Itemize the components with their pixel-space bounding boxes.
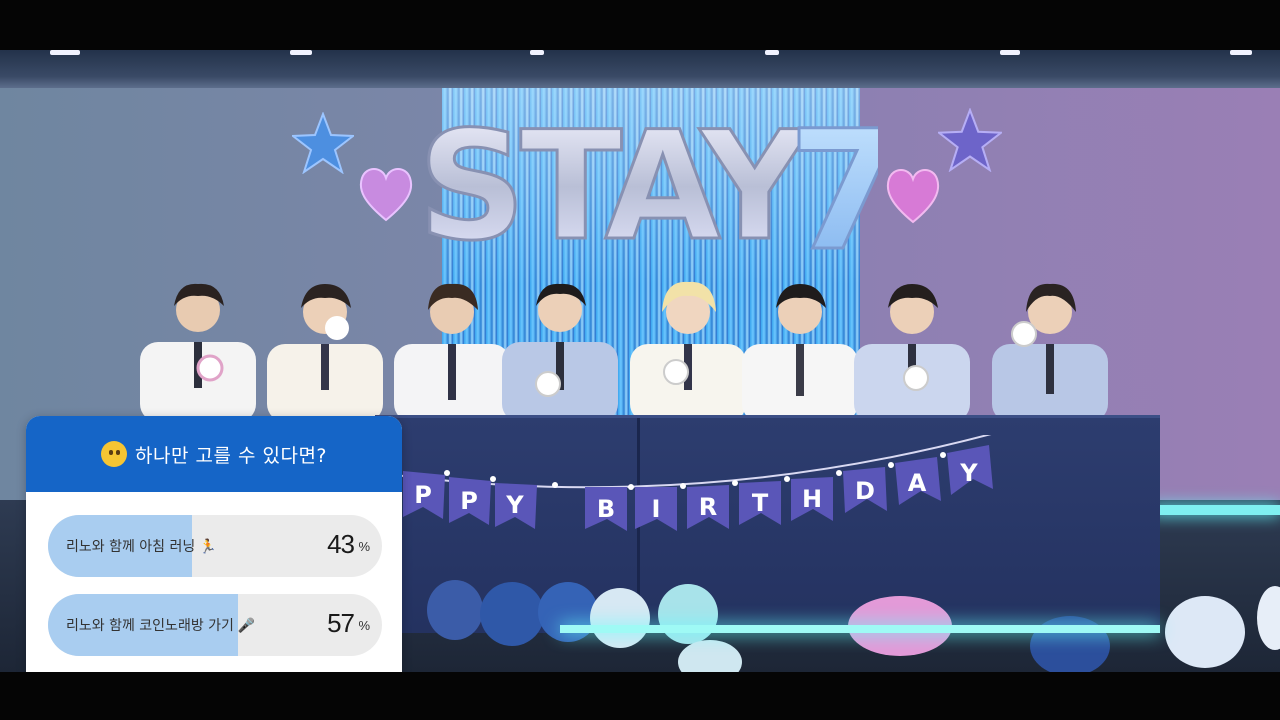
poll-header: 하나만 고를 수 있다면? bbox=[26, 416, 402, 492]
ceiling bbox=[0, 50, 1280, 88]
svg-text:B: B bbox=[597, 495, 615, 523]
svg-text:T: T bbox=[752, 489, 769, 517]
member-5 bbox=[628, 272, 748, 422]
heart-balloon-left bbox=[359, 168, 413, 222]
poll-option-2-percent: 57 bbox=[327, 608, 355, 638]
svg-text:A: A bbox=[908, 469, 927, 497]
letterbox-bottom bbox=[0, 672, 1280, 720]
member-4 bbox=[500, 272, 620, 422]
member-8 bbox=[988, 272, 1108, 422]
poll-question: 하나만 고를 수 있다면? bbox=[134, 444, 328, 467]
thinking-face-icon bbox=[100, 441, 127, 467]
poll-card: 하나만 고를 수 있다면? 리노와 함께 아침 러닝 🏃 43 % 리노와 함께 … bbox=[26, 416, 402, 672]
poll-option-1-label: 리노와 함께 아침 러닝 🏃 bbox=[66, 539, 217, 555]
svg-text:P: P bbox=[414, 481, 432, 509]
percent-sign: % bbox=[358, 618, 370, 633]
svg-text:Y: Y bbox=[959, 459, 978, 487]
svg-text:Y: Y bbox=[505, 491, 524, 519]
floor-light bbox=[1150, 505, 1280, 515]
star-balloon-right bbox=[938, 108, 1002, 172]
microphone-icon: 🎤 bbox=[237, 618, 256, 634]
happy-birthday-banner: P P Y B I R T H D A Y bbox=[394, 432, 1005, 545]
svg-text:H: H bbox=[802, 485, 822, 513]
svg-text:STAY: STAY bbox=[418, 108, 811, 258]
member-1 bbox=[138, 272, 258, 422]
svg-text:P: P bbox=[460, 487, 478, 515]
svg-text:R: R bbox=[699, 493, 717, 521]
member-6 bbox=[740, 272, 860, 422]
runner-icon: 🏃 bbox=[199, 539, 217, 555]
stage-light bbox=[560, 625, 1160, 633]
member-7 bbox=[852, 272, 972, 422]
letterbox-top bbox=[0, 0, 1280, 50]
poll-option-1-percent: 43 bbox=[327, 529, 355, 559]
poll-option-2-label: 리노와 함께 코인노래방 가기 🎤 bbox=[66, 618, 256, 634]
svg-text:D: D bbox=[855, 477, 875, 505]
svg-text:7: 7 bbox=[788, 108, 878, 258]
star-balloon-left bbox=[292, 112, 354, 174]
stay7-balloon-letters: STAY 7 bbox=[417, 94, 905, 289]
poll-option-2[interactable]: 리노와 함께 코인노래방 가기 🎤 57 % bbox=[48, 594, 382, 656]
percent-sign: % bbox=[358, 539, 370, 554]
member-3 bbox=[392, 272, 512, 422]
floor-balloons bbox=[380, 570, 1280, 672]
member-2 bbox=[265, 272, 385, 422]
svg-text:I: I bbox=[652, 495, 661, 523]
heart-balloon-right bbox=[886, 169, 940, 224]
poll-option-1[interactable]: 리노와 함께 아침 러닝 🏃 43 % bbox=[48, 515, 382, 577]
